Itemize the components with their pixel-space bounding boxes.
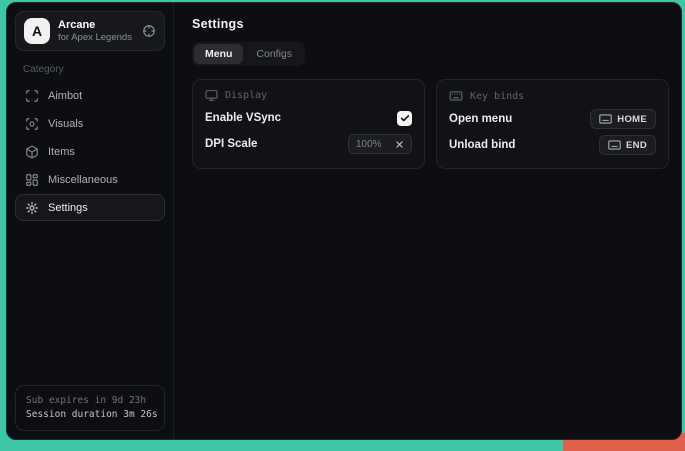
keyboard-icon bbox=[599, 114, 612, 124]
open-menu-bind-button[interactable]: HOME bbox=[590, 109, 656, 129]
setting-row-vsync: Enable VSync bbox=[205, 106, 412, 130]
vsync-checkbox[interactable] bbox=[397, 111, 412, 126]
category-label: Category bbox=[23, 64, 159, 75]
dpi-scale-input[interactable]: 100% bbox=[348, 134, 412, 154]
keybinds-card-header: Key binds bbox=[449, 89, 656, 103]
vsync-label: Enable VSync bbox=[205, 112, 281, 124]
dpi-label: DPI Scale bbox=[205, 138, 257, 150]
sidebar-item-label: Items bbox=[48, 146, 75, 158]
open-menu-label: Open menu bbox=[449, 113, 512, 125]
unload-bind-key: END bbox=[626, 140, 647, 151]
page-title: Settings bbox=[192, 17, 669, 31]
app-window: A Arcane for Apex Legends Category bbox=[6, 2, 682, 440]
brand-avatar: A bbox=[24, 18, 50, 44]
sidebar-item-items[interactable]: Items bbox=[15, 138, 165, 165]
brand-name: Arcane bbox=[58, 19, 132, 31]
main-content: Settings Menu Configs Display bbox=[174, 3, 681, 439]
setting-row-unload-bind: Unload bind END bbox=[449, 133, 656, 157]
sidebar: A Arcane for Apex Legends Category bbox=[7, 3, 174, 439]
gear-icon bbox=[25, 201, 39, 215]
sub-expires-text: Sub expires in 9d 23h bbox=[26, 393, 154, 408]
sidebar-nav: Aimbot Visuals bbox=[15, 82, 165, 221]
unload-bind-label: Unload bind bbox=[449, 139, 515, 151]
tab-menu[interactable]: Menu bbox=[194, 44, 243, 64]
unload-bind-button[interactable]: END bbox=[599, 135, 656, 155]
keybinds-card-title: Key binds bbox=[470, 91, 524, 102]
clear-icon[interactable] bbox=[395, 140, 404, 149]
display-card: Display Enable VSync DPI Scale 100% bbox=[192, 79, 425, 169]
brand-text: Arcane for Apex Legends bbox=[58, 19, 132, 43]
settings-cards: Display Enable VSync DPI Scale 100% bbox=[192, 79, 669, 169]
session-duration-text: Session duration 3m 26s bbox=[26, 408, 154, 422]
setting-row-open-menu: Open menu HOME bbox=[449, 107, 656, 131]
setting-row-dpi: DPI Scale 100% bbox=[205, 132, 412, 156]
open-menu-bind-key: HOME bbox=[617, 114, 647, 125]
sidebar-item-label: Visuals bbox=[48, 118, 83, 130]
scan-icon bbox=[25, 89, 39, 103]
sidebar-item-aimbot[interactable]: Aimbot bbox=[15, 82, 165, 109]
tab-configs[interactable]: Configs bbox=[245, 44, 303, 64]
display-card-title: Display bbox=[225, 90, 267, 101]
layout-grid-icon bbox=[25, 173, 39, 187]
sidebar-item-miscellaneous[interactable]: Miscellaneous bbox=[15, 166, 165, 193]
brand-card: A Arcane for Apex Legends bbox=[15, 11, 165, 51]
display-card-header: Display bbox=[205, 89, 412, 102]
check-icon bbox=[400, 113, 410, 123]
box-icon bbox=[25, 145, 39, 159]
settings-tabbar: Menu Configs bbox=[192, 42, 305, 66]
dpi-scale-value: 100% bbox=[356, 139, 382, 150]
monitor-icon bbox=[205, 89, 218, 102]
keyboard-icon bbox=[608, 140, 621, 150]
sidebar-item-visuals[interactable]: Visuals bbox=[15, 110, 165, 137]
scan-eye-icon bbox=[25, 117, 39, 131]
subscription-info-card: Sub expires in 9d 23h Session duration 3… bbox=[15, 385, 165, 431]
sidebar-item-label: Miscellaneous bbox=[48, 174, 118, 186]
sidebar-item-label: Aimbot bbox=[48, 90, 82, 102]
keybinds-card: Key binds Open menu HOME bbox=[436, 79, 669, 169]
sidebar-item-settings[interactable]: Settings bbox=[15, 194, 165, 221]
sidebar-item-label: Settings bbox=[48, 202, 88, 214]
brand-subtitle: for Apex Legends bbox=[58, 32, 132, 43]
keyboard-icon bbox=[449, 89, 463, 103]
crosshair-icon[interactable] bbox=[142, 24, 156, 38]
